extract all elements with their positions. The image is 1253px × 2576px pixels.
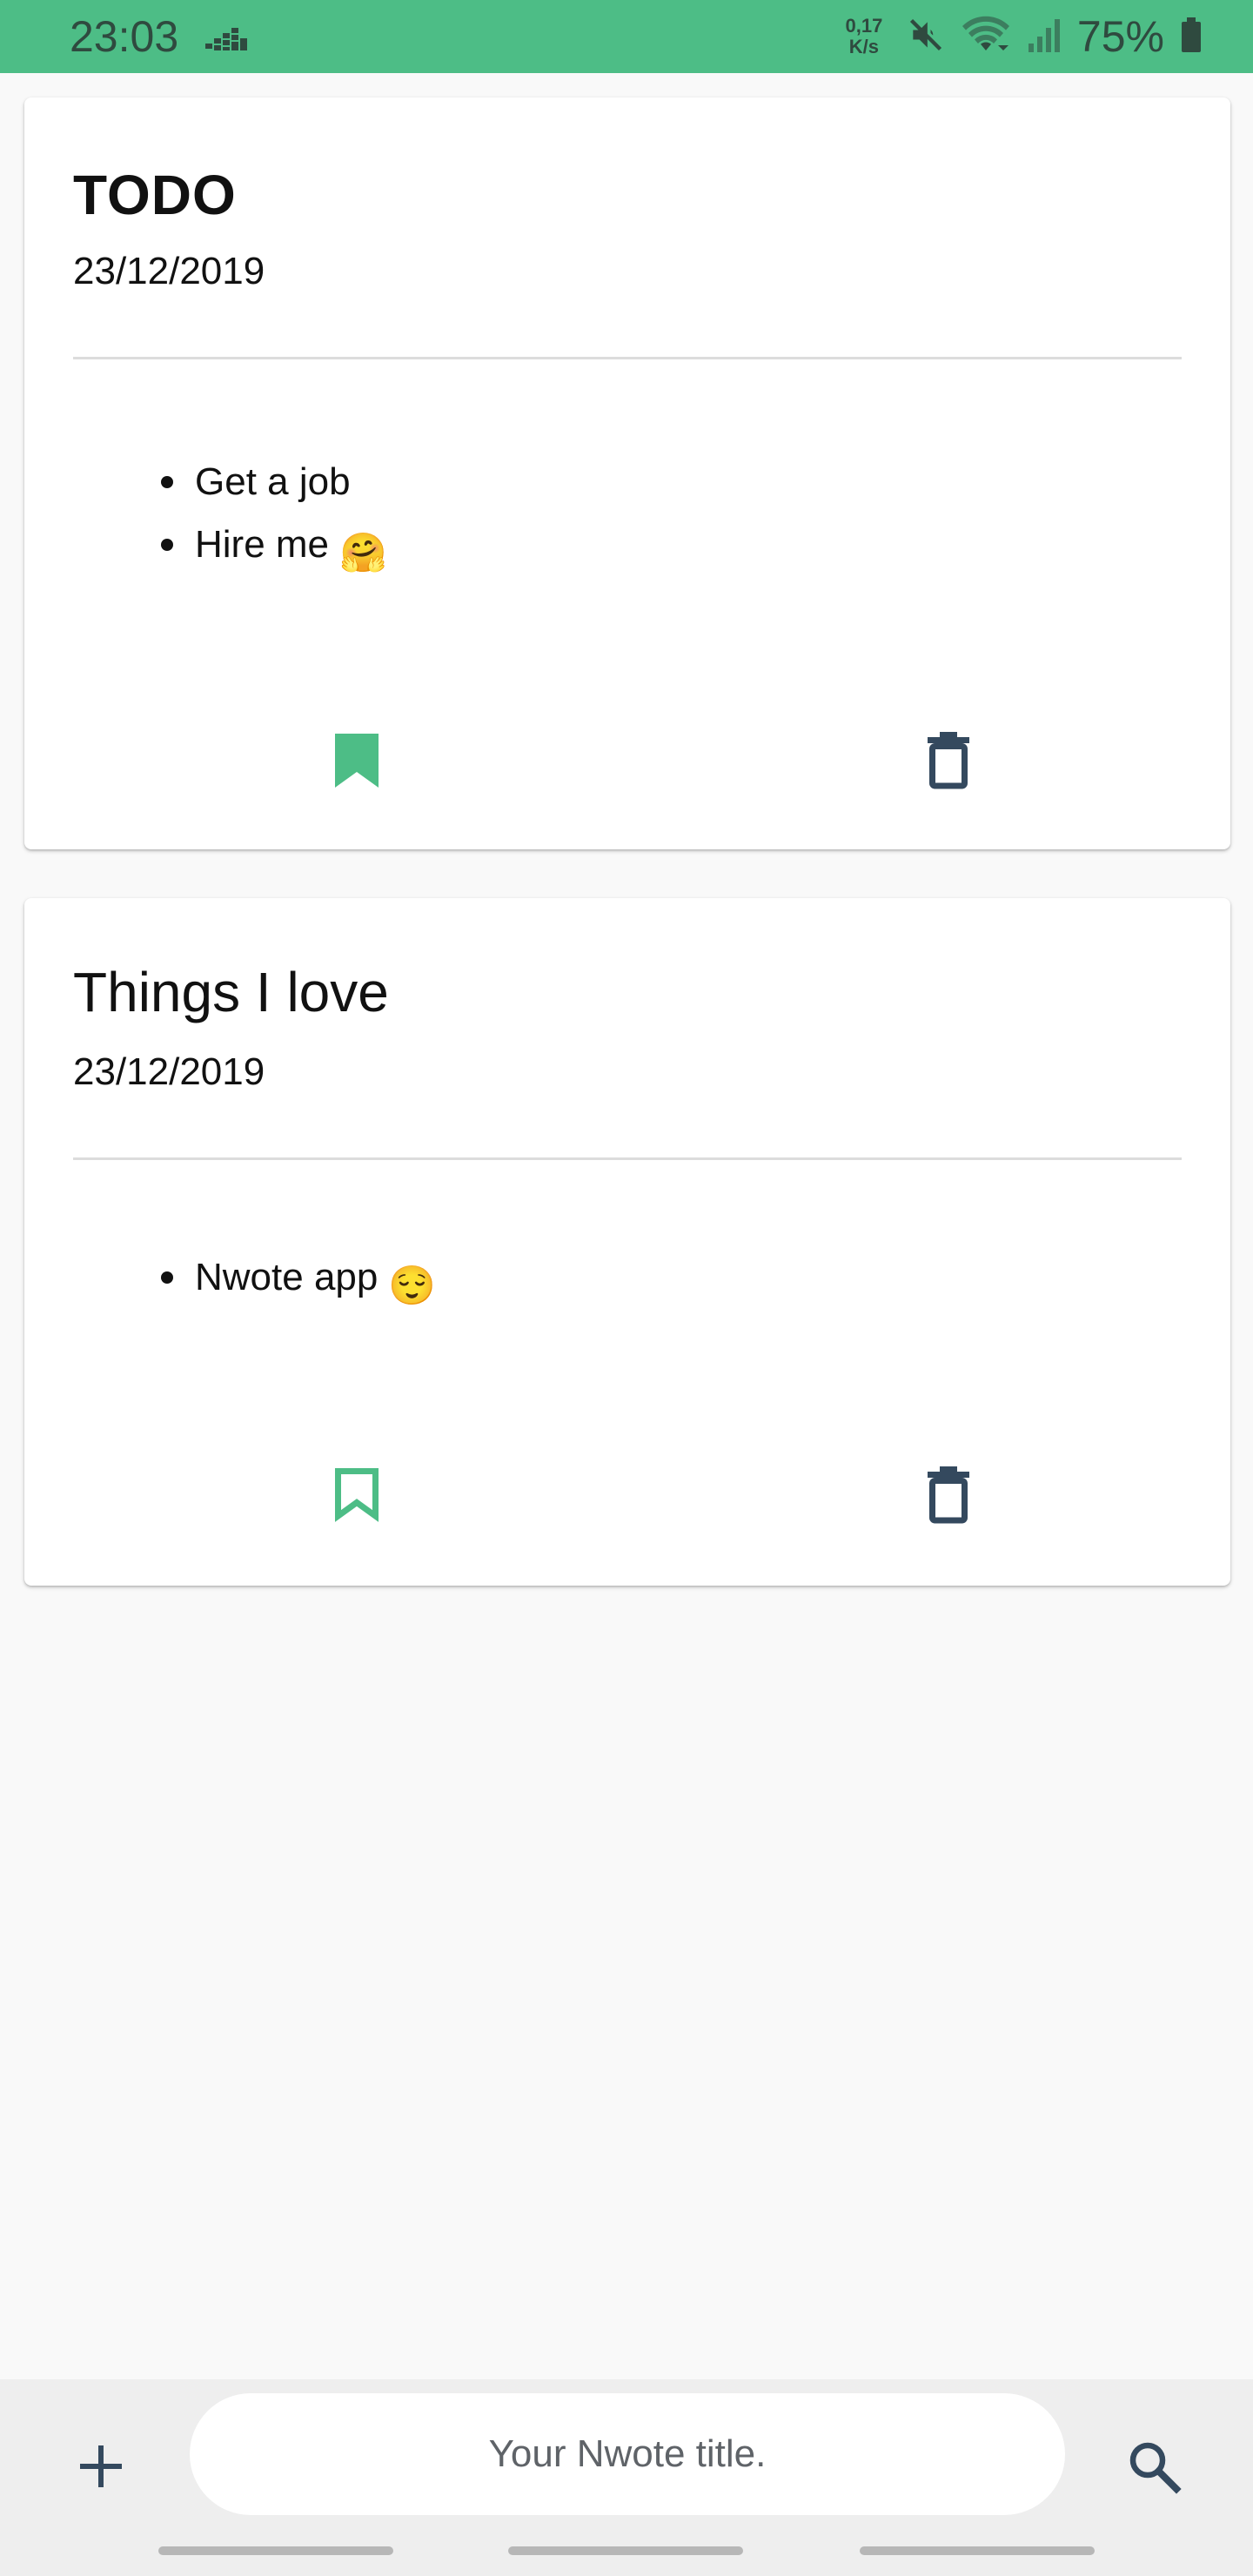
bookmark-outline-icon [335,1468,379,1522]
note-divider [73,1157,1182,1160]
note-item-text: Get a job [195,460,351,503]
note-item: Nwote app 😌 [24,1246,436,1318]
note-title: Things I love [73,961,389,1023]
nav-handle-back[interactable] [158,2546,393,2555]
note-title-input[interactable] [190,2393,1065,2515]
status-indicators: 0,17 K/s 75% [837,9,1203,64]
network-speed-value: 0,17 [845,15,883,37]
note-date: 23/12/2019 [73,1050,265,1093]
note-date: 23/12/2019 [73,250,265,292]
wifi-icon [961,16,1011,58]
status-bar: 23:03 0,17 K/s 75% [0,0,1253,73]
note-divider [73,357,1182,359]
search-button[interactable] [1102,2414,1206,2519]
note-item-text: Hire me [195,523,330,566]
note-items: Get a job Hire me 🤗 [24,451,387,585]
note-actions [24,1443,1230,1547]
bookmark-button[interactable] [305,708,409,813]
note-item: Get a job [24,451,387,513]
delete-button[interactable] [896,1443,1001,1547]
deezer-icon [205,21,247,52]
network-speed: 0,17 K/s [837,16,891,57]
add-note-button[interactable] [49,2414,153,2519]
nav-handle-recents[interactable] [860,2546,1095,2555]
battery-icon [1180,16,1203,58]
note-item: Hire me 🤗 [24,513,387,585]
bookmark-filled-icon [335,734,379,788]
note-card[interactable]: TODO 23/12/2019 Get a job Hire me 🤗 [24,97,1230,849]
status-time: 23:03 [70,12,179,61]
search-icon [1129,2442,1182,2494]
trash-icon [928,732,969,789]
battery-percent: 75% [1076,12,1164,61]
note-card[interactable]: Things I love 23/12/2019 Nwote app 😌 [24,898,1230,1586]
signal-icon [1027,16,1062,58]
note-actions [24,708,1230,813]
nav-handle-home[interactable] [508,2546,743,2555]
note-items: Nwote app 😌 [24,1246,436,1318]
delete-button[interactable] [896,708,1001,813]
hugging-face-emoji: 🤗 [339,532,387,574]
network-speed-unit: K/s [848,36,880,57]
note-title: TODO [73,164,237,226]
add-icon [80,2445,122,2487]
relieved-face-emoji: 😌 [388,1265,437,1307]
bookmark-button[interactable] [305,1443,409,1547]
trash-icon [928,1466,969,1524]
note-item-text: Nwote app [195,1256,379,1298]
mute-icon [907,16,945,58]
